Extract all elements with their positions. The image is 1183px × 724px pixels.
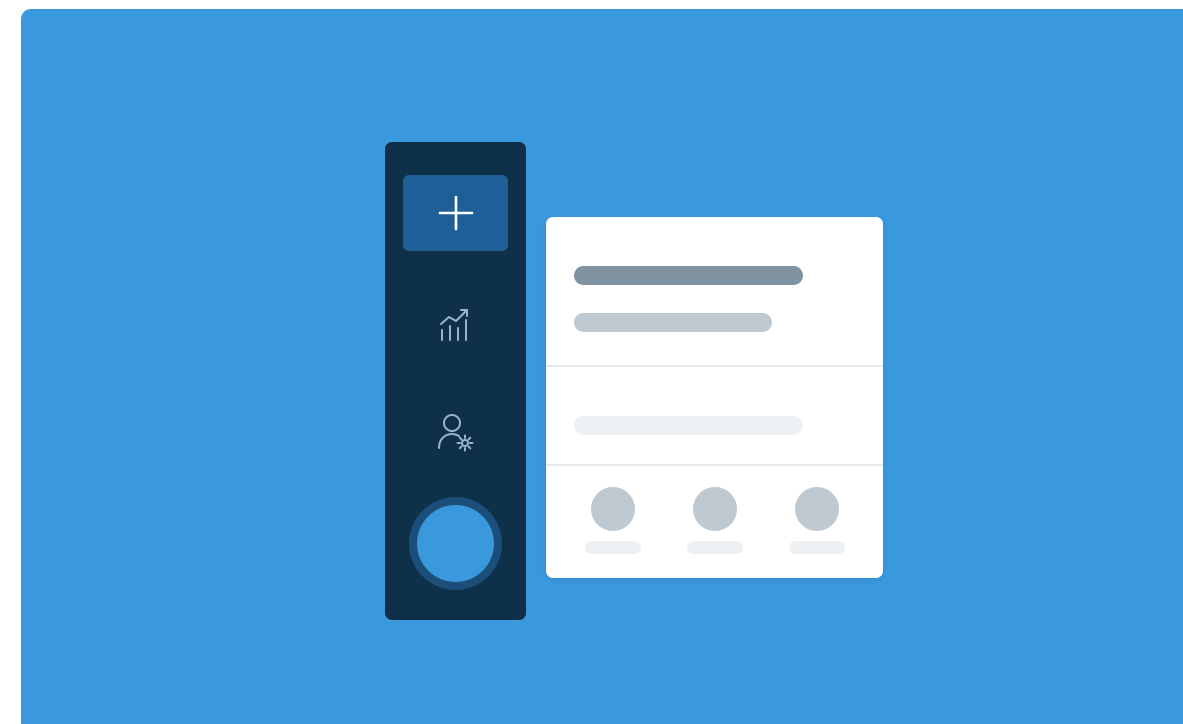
avatar-ring[interactable] [409, 497, 502, 590]
card-divider [546, 365, 883, 367]
add-button[interactable] [403, 175, 508, 251]
avatar[interactable] [417, 505, 494, 582]
contact-name-placeholder [585, 541, 641, 554]
info-card [546, 217, 883, 578]
user-settings-icon [437, 414, 473, 452]
card-title-placeholder [574, 266, 803, 285]
analytics-chart-icon [439, 309, 468, 341]
contact-item[interactable] [685, 487, 745, 557]
plus-icon [438, 195, 473, 231]
contact-avatar [693, 487, 737, 531]
contact-avatar [795, 487, 839, 531]
contact-name-placeholder [789, 541, 845, 554]
contact-avatar [591, 487, 635, 531]
user-settings-button[interactable] [403, 394, 508, 470]
card-divider [546, 464, 883, 466]
analytics-button[interactable] [403, 287, 508, 363]
contact-item[interactable] [583, 487, 643, 557]
contact-name-placeholder [687, 541, 743, 554]
card-content-placeholder [574, 416, 803, 435]
contact-item[interactable] [787, 487, 847, 557]
sidebar [385, 142, 526, 620]
card-subtitle-placeholder [574, 313, 772, 332]
illustration-background [21, 9, 1183, 724]
